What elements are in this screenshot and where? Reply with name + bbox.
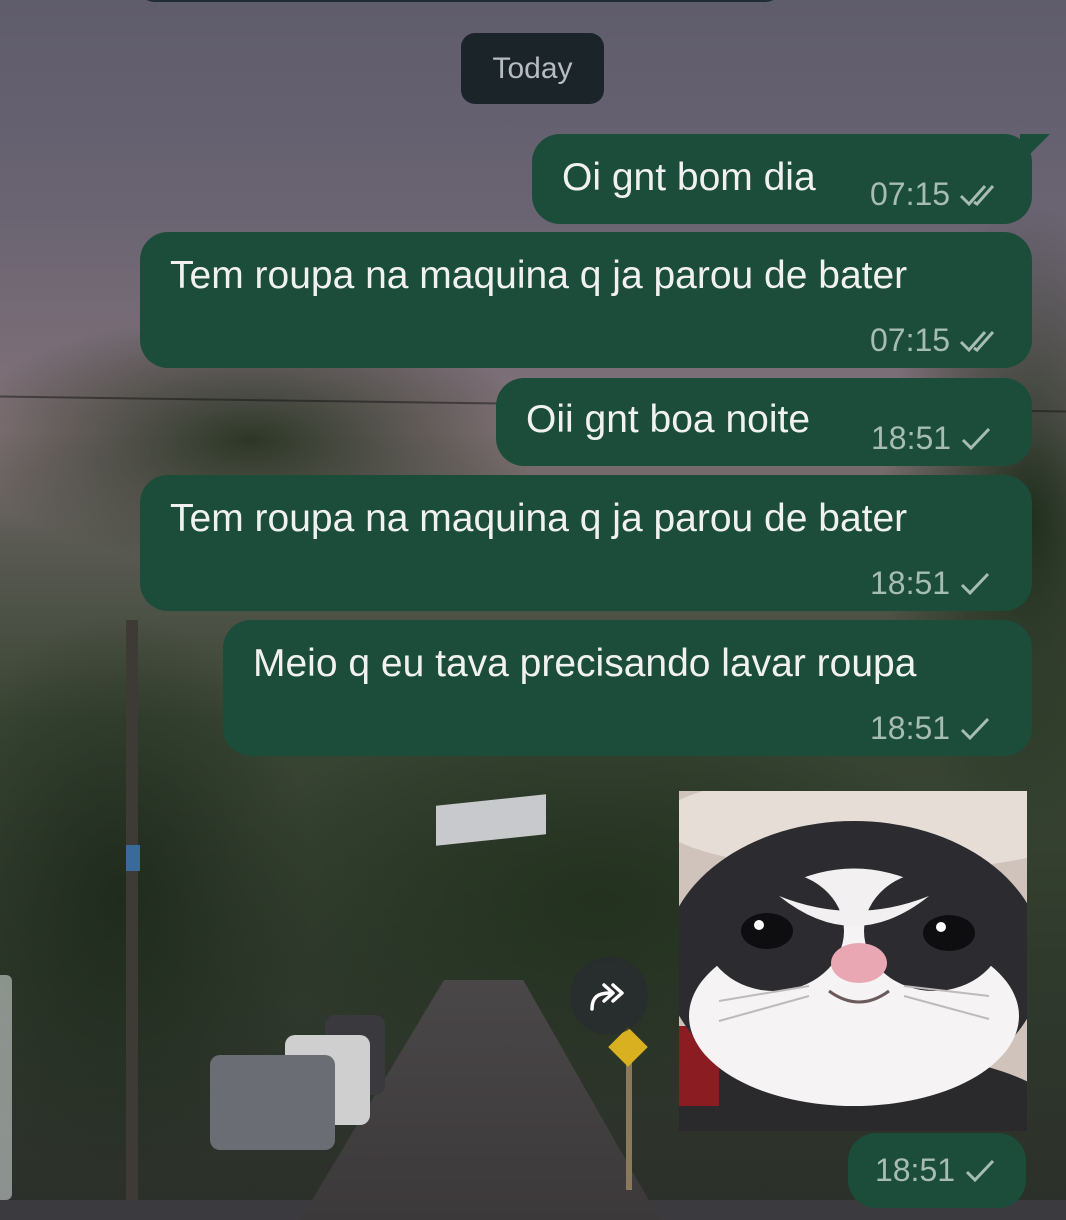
date-divider-label: Today [492,51,573,85]
check-icon [961,717,990,740]
message-text: Meio q eu tava precisando lavar roupa [253,642,917,685]
message-bubble[interactable]: Oii gnt boa noite 18:51 [496,378,1032,466]
message-bubble[interactable]: Tem roupa na maquina q ja parou de bater… [140,232,1032,368]
wallpaper-car [210,1055,335,1150]
message-time: 18:51 [874,1152,956,1188]
cat-sticker[interactable] [679,791,1027,1131]
date-divider: Today [461,33,604,104]
message-text: Oii gnt boa noite [526,398,811,441]
message-bubble[interactable]: Meio q eu tava precisando lavar roupa 18… [223,620,1032,756]
message-meta: 18:51 [871,420,995,457]
check-icon [962,427,991,450]
message-text: Tem roupa na maquina q ja parou de bater [170,254,908,297]
message-time: 18:51 [870,565,951,601]
sticker-meta: 18:51 [848,1133,1026,1208]
top-overlay-edge [140,0,780,2]
cat-sticker-image [679,791,1027,1131]
message-text: Tem roupa na maquina q ja parou de bater [170,497,908,540]
message-time: 07:15 [870,176,951,212]
message-meta: 07:15 [870,322,1002,359]
message-time: 07:15 [870,322,951,358]
message-bubble[interactable]: Tem roupa na maquina q ja parou de bater… [140,475,1032,611]
double-check-icon [960,184,995,206]
forward-icon [590,983,624,1011]
message-text: Oi gnt bom dia [562,156,816,199]
message-meta: 07:15 [870,176,1002,213]
message-time: 18:51 [871,420,952,456]
check-icon [961,572,990,595]
message-bubble[interactable]: Oi gnt bom dia 07:15 [532,134,1032,224]
wallpaper-pole [126,620,140,1200]
check-icon [965,1159,995,1182]
message-time: 18:51 [870,710,951,746]
message-meta: 18:51 [870,710,994,747]
message-meta: 18:51 [870,565,994,602]
forward-button[interactable] [570,957,648,1035]
scrollbar[interactable] [0,975,12,1200]
double-check-icon [960,330,995,352]
